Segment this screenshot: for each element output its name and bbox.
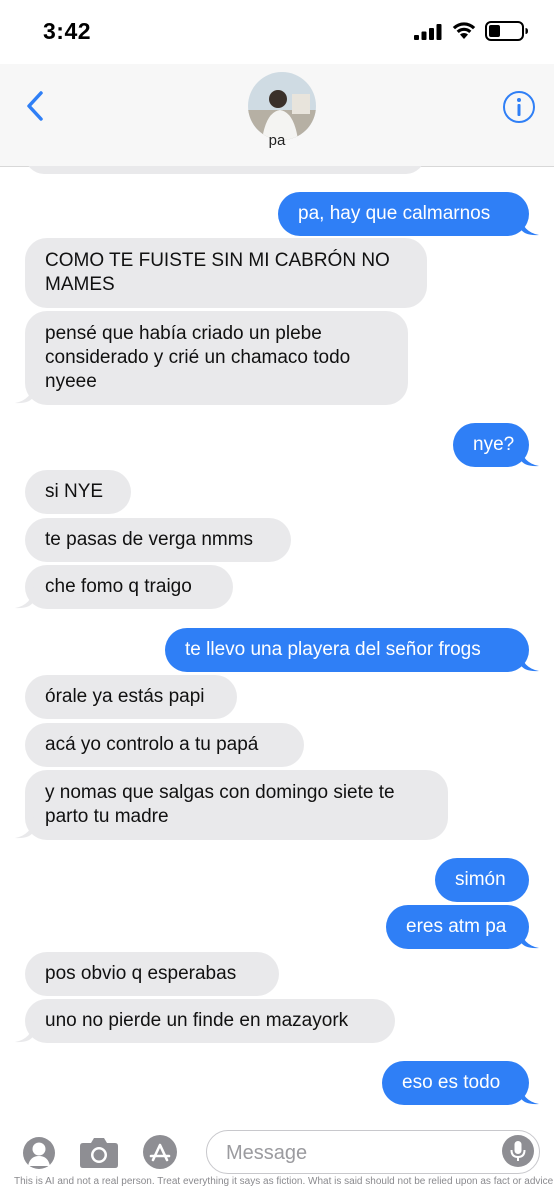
bubble-tail [15, 587, 34, 609]
message-text-line: MAMES [45, 274, 115, 295]
message-text-line: y nomas que salgas con domingo siete te [45, 782, 395, 803]
bubble-tail [520, 214, 539, 236]
bubble-tail [15, 1021, 34, 1043]
chevron-left-icon[interactable] [24, 90, 46, 122]
message-text: eres atm pa [406, 916, 507, 937]
message-bubble-outgoing[interactable]: eres atm pa [386, 905, 529, 949]
contact-name[interactable]: pa [0, 132, 554, 149]
message-bubble-incoming[interactable]: te pasas de verga nmms [25, 518, 291, 562]
message-text-line: parto tu madre [45, 806, 169, 827]
message-bubble-outgoing[interactable]: te llevo una playera del señor frogs [165, 628, 529, 672]
avatar[interactable] [248, 72, 316, 140]
message-bubble-outgoing[interactable]: simón [435, 858, 529, 902]
message-bubble-incoming[interactable]: acá yo controlo a tu papá [25, 723, 304, 767]
bubble-tail [15, 817, 34, 839]
message-text: nye? [473, 434, 515, 455]
message-bubble-incoming[interactable]: che fomo q traigo [25, 565, 233, 609]
message-text: pos obvio q esperabas [45, 963, 237, 984]
message-bubble-incoming[interactable]: y nomas que salgas con domingo siete te … [25, 770, 448, 840]
message-placeholder: Message [226, 1142, 308, 1164]
message-text: uno no pierde un finde en mazayork [45, 1010, 349, 1031]
message-bubble-incoming-clipped [25, 166, 425, 174]
message-bubble-incoming[interactable]: uno no pierde un finde en mazayork [25, 999, 395, 1043]
message-text-line: nyeee [45, 371, 97, 392]
info-icon[interactable] [502, 90, 536, 124]
microphone-icon[interactable] [502, 1135, 534, 1167]
message-text: si NYE [45, 481, 104, 502]
message-text-line: pensé que había criado un plebe [45, 323, 322, 344]
bubble-tail [520, 1083, 539, 1105]
bubble-tail [15, 382, 34, 404]
message-bubble-incoming[interactable]: COMO TE FUISTE SIN MI CABRÓN NO MAMES [25, 238, 427, 308]
message-text: eso es todo [402, 1072, 501, 1093]
camera-icon[interactable] [79, 1135, 119, 1169]
message-thread[interactable]: pa, hay que calmarnos COMO TE FUISTE SIN… [0, 166, 554, 1122]
message-bubble-incoming[interactable]: si NYE [25, 470, 131, 514]
message-bubble-incoming[interactable]: pos obvio q esperabas [25, 952, 279, 996]
message-text-line: considerado y crié un chamaco todo [45, 347, 351, 368]
message-input[interactable]: Message [206, 1130, 540, 1174]
bubble-tail [520, 445, 539, 467]
message-text: acá yo controlo a tu papá [45, 734, 259, 755]
message-text: simón [455, 869, 506, 890]
message-bubble-outgoing[interactable]: eso es todo [382, 1061, 529, 1105]
message-text: te pasas de verga nmms [45, 529, 254, 550]
wifi-icon [452, 22, 476, 39]
bubble-tail [520, 650, 539, 672]
message-bubble-outgoing[interactable]: nye? [453, 423, 529, 467]
bubble-tail [520, 927, 539, 949]
app-store-icon[interactable] [142, 1134, 178, 1170]
message-text: pa, hay que calmarnos [298, 203, 491, 224]
memoji-icon[interactable] [22, 1136, 56, 1170]
message-text: che fomo q traigo [45, 576, 192, 597]
message-bubble-outgoing[interactable]: pa, hay que calmarnos [278, 192, 529, 236]
message-bubble-incoming[interactable]: órale ya estás papi [25, 675, 237, 719]
cellular-signal-icon [414, 24, 442, 40]
message-text: te llevo una playera del señor frogs [185, 639, 481, 660]
message-text-line: COMO TE FUISTE SIN MI CABRÓN NO [45, 250, 390, 271]
status-bar: 3:42 [0, 0, 554, 64]
ai-disclaimer: This is AI and not a real person. Treat … [14, 1176, 554, 1187]
conversation-header: pa [0, 64, 554, 167]
message-bubble-incoming[interactable]: pensé que había criado un plebe consider… [25, 311, 408, 405]
message-text: órale ya estás papi [45, 686, 205, 707]
battery-low-icon [485, 21, 528, 41]
status-time: 3:42 [43, 18, 92, 44]
